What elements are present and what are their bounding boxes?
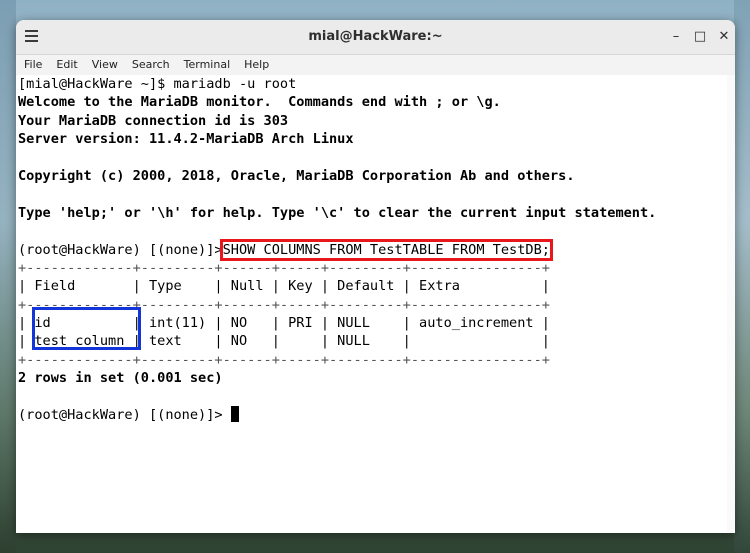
table-border-top: +-------------+---------+------+-----+--… [18,259,550,276]
minimize-button[interactable]: – [667,28,685,46]
desktop-background-right [734,0,750,553]
sql-prompt: (root@HackWare) [(none)]> [18,407,223,424]
text-cursor [230,406,239,423]
close-button[interactable]: ✕ [715,28,733,46]
menu-bar: File Edit View Search Terminal Help [16,55,735,76]
maximize-button[interactable]: □ [691,28,709,46]
table-row: | test_column | text | NO | | NULL | | [18,333,550,350]
menu-search[interactable]: Search [125,55,177,71]
menu-file[interactable]: File [16,55,49,71]
table-row: | id | int(11) | NO | PRI | NULL | auto_… [18,315,550,332]
current-prompt-line: (root@HackWare) [(none)]> [18,406,735,424]
table-border-mid: +-------------+---------+------+-----+--… [18,296,550,313]
help-hint-line: Type 'help;' or '\h' for help. Type '\c'… [18,204,657,221]
table-border-bottom: +-------------+---------+------+-----+--… [18,351,550,368]
menu-help[interactable]: Help [237,55,276,71]
title-bar: mial@HackWare:~ – □ ✕ [16,20,735,55]
copyright-line: Copyright (c) 2000, 2018, Oracle, MariaD… [18,167,575,184]
menu-terminal[interactable]: Terminal [177,55,238,71]
scrollbar[interactable] [727,75,735,533]
window-title: mial@HackWare:~ [308,29,443,44]
terminal-window: mial@HackWare:~ – □ ✕ File Edit View Search… [16,20,735,533]
sql-prompt: (root@HackWare) [(none)]> [18,241,223,258]
welcome-line: Welcome to the MariaDB monitor. Commands… [18,94,501,111]
table-header-row: | Field | Type | Null | Key | Default | … [18,278,550,295]
highlighted-command: SHOW COLUMNS FROM TestTABLE FROM TestDB; [219,238,553,261]
result-summary-line: 2 rows in set (0.001 sec) [18,370,223,387]
server-version-line: Server version: 11.4.2-MariaDB Arch Linu… [18,131,354,148]
connection-id-line: Your MariaDB connection id is 303 [18,112,289,129]
sql-prompt-line: (root@HackWare) [(none)]>SHOW COLUMNS FR… [18,238,735,261]
menu-edit[interactable]: Edit [49,55,84,71]
menu-view[interactable]: View [85,55,125,71]
shell-prompt-line: [mial@HackWare ~]$ mariadb -u root [18,76,297,92]
desktop-background-left [0,0,16,553]
terminal-output[interactable]: [mial@HackWare ~]$ mariadb -u root Welco… [16,75,735,533]
